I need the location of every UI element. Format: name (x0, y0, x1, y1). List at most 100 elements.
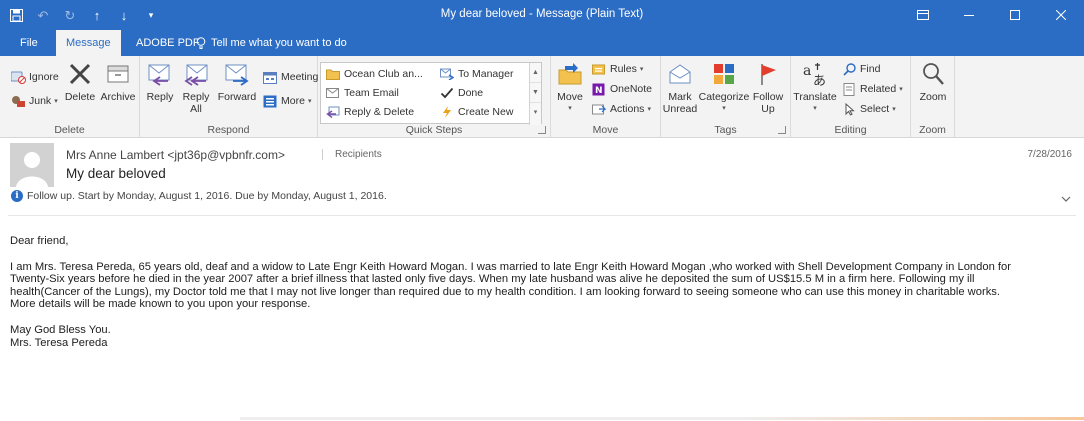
redo-icon[interactable]: ↻ (62, 7, 78, 23)
quick-steps-launcher-icon[interactable] (538, 126, 546, 134)
delete-group-label: Delete (54, 124, 85, 136)
quick-step-reply-delete[interactable]: Reply & Delete (325, 105, 414, 119)
tell-me-box[interactable]: Tell me what you want to do (196, 30, 347, 56)
maximize-icon[interactable] (992, 0, 1038, 30)
svg-text:あ: あ (813, 74, 826, 87)
close-icon[interactable] (1038, 0, 1084, 30)
rules-button[interactable]: Rules ▾ (591, 62, 643, 76)
customize-toolbar-icon[interactable]: ▾ (143, 7, 159, 23)
delete-button[interactable]: Delete (62, 60, 98, 103)
sender-name[interactable]: Mrs Anne Lambert <jpt36p@vpbnfr.com> (66, 148, 285, 162)
gallery-more-icon[interactable]: ▾ (530, 103, 541, 123)
quick-steps-gallery: Ocean Club an... To Manager Team Email D… (320, 62, 542, 125)
move-group-label: Move (592, 124, 619, 136)
cursor-icon (841, 102, 857, 116)
minimize-icon[interactable] (946, 0, 992, 30)
quick-step-team-email[interactable]: Team Email (325, 86, 399, 100)
quick-step-create-new[interactable]: Create New (439, 105, 513, 119)
expand-header-icon[interactable] (1060, 193, 1072, 205)
scroll-down-icon[interactable]: ▼ (530, 83, 541, 103)
more-dropdown-icon: ▾ (307, 98, 312, 105)
flag-icon (753, 60, 783, 88)
translate-button[interactable]: aあ Translate ▾ (793, 60, 837, 115)
rules-icon (591, 62, 607, 76)
meeting-button[interactable]: Meeting (262, 70, 318, 84)
checkmark-icon (439, 86, 455, 100)
forward-button[interactable]: Forward (216, 60, 258, 103)
message-subject: My dear beloved (66, 166, 166, 181)
onenote-button[interactable]: N OneNote (591, 82, 652, 96)
editing-group: aあ Translate ▾ Find Related ▾ Select ▾ Edi… (791, 56, 911, 138)
body-greeting: Dear friend, (10, 235, 69, 247)
ignore-button[interactable]: Ignore (10, 70, 59, 84)
respond-group: Reply Reply All Forward Meeting More ▾ R… (140, 56, 318, 138)
tags-launcher-icon[interactable] (778, 126, 786, 134)
tab-file[interactable]: File (10, 30, 48, 56)
avatar[interactable] (10, 143, 54, 187)
junk-button[interactable]: Junk ▾ (10, 94, 58, 108)
window-controls (900, 0, 1084, 30)
junk-dropdown-icon: ▾ (54, 98, 58, 105)
mark-unread-button[interactable]: Mark Unread (663, 60, 697, 115)
scroll-up-icon[interactable]: ▲ (530, 63, 541, 83)
lightning-icon (439, 105, 455, 119)
categorize-dropdown-icon: ▾ (722, 105, 726, 112)
forward-mail-icon (439, 67, 455, 81)
quick-steps-scrollbar[interactable]: ▲ ▼ ▾ (529, 63, 541, 125)
delete-icon (65, 60, 95, 88)
follow-up-text: Follow up. Start by Monday, August 1, 20… (27, 190, 387, 202)
reply-delete-icon (325, 105, 341, 119)
bottom-accent-line (240, 417, 1084, 420)
rules-dropdown-icon: ▾ (639, 66, 644, 73)
save-icon[interactable] (8, 7, 24, 23)
title-bar: ↶ ↻ ↑ ↓ ▾ My dear beloved - Message (Pla… (0, 0, 1084, 30)
ignore-icon (10, 70, 26, 84)
magnifier-icon (918, 60, 948, 88)
junk-icon (10, 94, 26, 108)
ribbon-tab-bar: File Message ADOBE PDF Tell me what you … (0, 30, 1084, 56)
reply-icon (145, 60, 175, 88)
body-closing: May God Bless You. Mrs. Teresa Pereda (10, 323, 111, 349)
lightbulb-icon (196, 37, 206, 49)
undo-icon[interactable]: ↶ (35, 7, 51, 23)
select-button[interactable]: Select ▾ (841, 102, 896, 116)
folder-move-icon (325, 67, 341, 81)
body-paragraph: I am Mrs. Teresa Pereda, 65 years old, d… (10, 260, 1011, 311)
reply-all-icon (181, 60, 211, 88)
zoom-group: Zoom Zoom (911, 56, 955, 138)
reply-button[interactable]: Reply (144, 60, 176, 103)
info-icon: i (11, 190, 23, 202)
quick-access-toolbar: ↶ ↻ ↑ ↓ ▾ (8, 0, 159, 30)
zoom-group-label: Zoom (919, 124, 946, 136)
ribbon-display-options-icon[interactable] (900, 0, 946, 30)
move-button[interactable]: Move ▾ (555, 60, 585, 115)
previous-item-icon[interactable]: ↑ (89, 7, 105, 23)
ribbon: Ignore Junk ▾ Delete Archive Delete Repl… (0, 56, 1084, 188)
reply-all-button[interactable]: Reply All (178, 60, 214, 115)
follow-up-button[interactable]: Follow Up (751, 60, 785, 115)
respond-group-label: Respond (207, 124, 250, 136)
find-button[interactable]: Find (841, 62, 880, 76)
quick-step-ocean-club[interactable]: Ocean Club an... (325, 67, 423, 81)
archive-button[interactable]: Archive (98, 60, 138, 103)
quick-steps-group-label: Quick Steps (405, 124, 463, 136)
actions-icon (591, 102, 607, 116)
actions-button[interactable]: Actions ▾ (591, 102, 651, 116)
move-dropdown-icon: ▾ (568, 105, 572, 112)
tags-group-label: Tags (714, 124, 737, 136)
editing-group-label: Editing (834, 124, 867, 136)
archive-icon (103, 60, 133, 88)
more-respond-button[interactable]: More ▾ (262, 94, 311, 108)
quick-step-to-manager[interactable]: To Manager (439, 67, 513, 81)
related-button[interactable]: Related ▾ (841, 82, 903, 96)
svg-text:a: a (803, 63, 811, 79)
delete-group: Ignore Junk ▾ Delete Archive Delete (0, 56, 140, 138)
zoom-button[interactable]: Zoom (915, 60, 951, 103)
more-respond-icon (262, 94, 278, 108)
translate-icon: aあ (800, 60, 830, 88)
next-item-icon[interactable]: ↓ (116, 7, 132, 23)
tab-message[interactable]: Message (56, 30, 121, 56)
recipients-link[interactable]: Recipients (322, 149, 382, 160)
categorize-button[interactable]: Categorize ▾ (699, 60, 749, 115)
quick-step-done[interactable]: Done (439, 86, 483, 100)
